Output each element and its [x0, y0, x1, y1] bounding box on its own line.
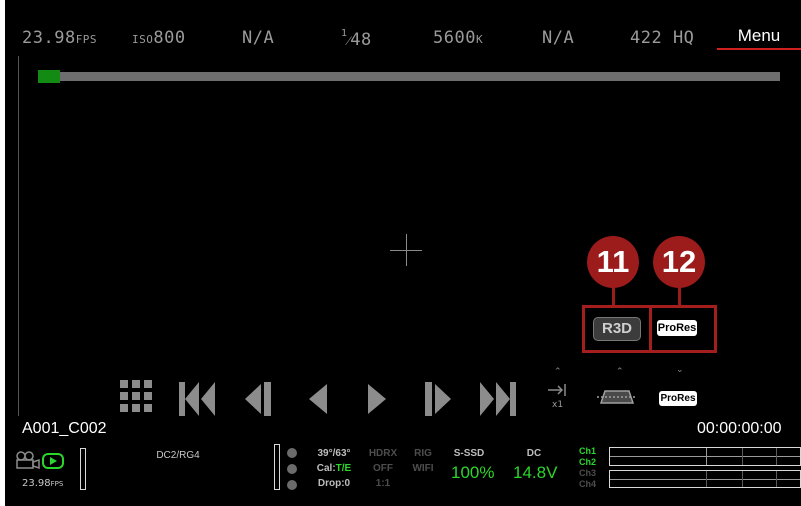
calibration-label: Cal:	[316, 463, 336, 474]
hdrx-status: HDRX OFF 1:1	[363, 446, 403, 491]
bottom-status-bar: 23.98FPS DC2/RG4 39°/63° Cal:T/E Drop:0 …	[5, 440, 801, 506]
camera-icon	[15, 450, 41, 474]
audio-meter-tick	[742, 471, 743, 487]
status-led-3	[287, 480, 297, 490]
hdrx-value: OFF	[373, 463, 393, 474]
audio-meter-tick	[706, 448, 707, 465]
timecode: 00:00:00:00	[697, 420, 782, 437]
rig-wifi-status: RIG WIFI	[403, 446, 443, 476]
iso-value: 800	[153, 28, 186, 48]
playback-speed-label: x1	[552, 400, 564, 410]
white-balance-unit: K	[475, 33, 484, 46]
level-meter-mid	[274, 444, 280, 490]
callout-stem-11	[612, 286, 615, 306]
audio-channel-3: Ch3	[579, 468, 597, 478]
record-play-icon[interactable]	[42, 453, 64, 473]
shutter-denominator: 48	[350, 30, 372, 50]
camera-screen: 23.98FPS ISO800 N/A 1⁄48 5600K N/A 422 H…	[5, 0, 801, 506]
prores-format-button[interactable]: ProRes	[657, 320, 697, 336]
codec-value: 422 HQ	[630, 28, 695, 48]
skip-to-end-icon[interactable]	[478, 380, 518, 418]
audio-meter-ch3-ch4	[609, 470, 801, 488]
callout-badge-11: 11	[587, 236, 639, 288]
loop-mode-icon[interactable]	[597, 387, 637, 425]
timeline-playhead[interactable]	[38, 70, 60, 83]
drop-label: Drop:	[317, 478, 345, 489]
fps-unit: FPS	[75, 33, 98, 46]
audio-channel-4: Ch4	[579, 479, 597, 489]
drop-value: 0	[344, 478, 351, 489]
power-voltage: 14.8V	[513, 463, 558, 482]
color-space-label: DC2/RG4	[156, 450, 200, 461]
drop-status: Drop:0	[309, 476, 359, 491]
wifi-label: WIFI	[412, 463, 434, 474]
r3d-format-button[interactable]: R3D	[593, 317, 641, 341]
fps-setting[interactable]: 23.98FPS	[22, 28, 97, 48]
prores-playback-format[interactable]: ProRes	[659, 391, 697, 406]
fps-value: 23.98	[22, 28, 76, 48]
calibration-status: Cal:T/E	[309, 461, 359, 476]
audio-meter-tick	[706, 471, 707, 487]
audio-meter-tick	[776, 448, 777, 465]
reverse-play-icon[interactable]	[307, 380, 331, 418]
audio-meter-ch1-ch2	[609, 447, 801, 466]
menu-button[interactable]: Menu	[717, 24, 801, 50]
rig-label: RIG	[414, 448, 432, 459]
media-remaining: 100%	[451, 463, 495, 482]
hdrx-ratio: 1:1	[375, 478, 391, 489]
bottom-fps-value: 23.98	[22, 478, 51, 489]
hdrx-label: HDRX	[368, 448, 398, 459]
audio-meter-tick	[776, 471, 777, 487]
clip-name: A001_C002	[22, 420, 107, 437]
format-down-caret-icon[interactable]: ⌄	[676, 365, 684, 375]
loop-up-caret-icon[interactable]: ⌃	[616, 367, 624, 377]
speed-up-caret-icon[interactable]: ⌃	[554, 367, 562, 377]
crosshair-vertical	[406, 234, 407, 266]
media-label: S-SSD	[453, 448, 485, 459]
callout-badge-12: 12	[653, 236, 705, 288]
audio-meter-divider	[610, 479, 800, 480]
bottom-fps: 23.98FPS	[22, 478, 63, 489]
audio-meter-divider	[610, 456, 800, 457]
audio-meter-tick	[742, 448, 743, 465]
callout-stem-12	[678, 286, 681, 306]
status-led-2	[287, 464, 297, 474]
top-field-6-value: N/A	[542, 28, 575, 48]
top-field-6[interactable]: N/A	[542, 28, 574, 48]
top-status-bar: 23.98FPS ISO800 N/A 1⁄48 5600K N/A 422 H…	[5, 0, 801, 54]
left-edge-divider	[18, 56, 19, 416]
audio-channel-2: Ch2	[579, 457, 597, 467]
timeline-track[interactable]	[38, 72, 780, 81]
shutter-setting[interactable]: 1⁄48	[341, 28, 372, 50]
bottom-fps-unit: FPS	[50, 480, 64, 488]
next-frame-icon[interactable]	[423, 380, 455, 418]
iso-prefix: ISO	[132, 33, 154, 46]
iso-setting[interactable]: ISO800	[132, 28, 186, 48]
codec-setting[interactable]: 422 HQ	[630, 28, 694, 48]
level-meter-left	[80, 448, 86, 490]
grid-view-icon[interactable]	[120, 380, 156, 418]
white-balance-value: 5600	[433, 28, 476, 48]
sensor-status: 39°/63° Cal:T/E Drop:0	[309, 446, 359, 491]
top-field-3-value: N/A	[242, 28, 275, 48]
previous-frame-icon[interactable]	[243, 380, 275, 418]
white-balance-setting[interactable]: 5600K	[433, 28, 483, 48]
top-field-3[interactable]: N/A	[242, 28, 274, 48]
status-led-1	[287, 448, 297, 458]
power-label: DC	[526, 448, 542, 459]
skip-to-start-icon[interactable]	[177, 380, 217, 418]
audio-channel-1: Ch1	[579, 446, 597, 456]
calibration-value: T/E	[335, 463, 352, 474]
sensor-temperature: 39°/63°	[317, 448, 351, 459]
play-icon[interactable]	[366, 380, 390, 418]
